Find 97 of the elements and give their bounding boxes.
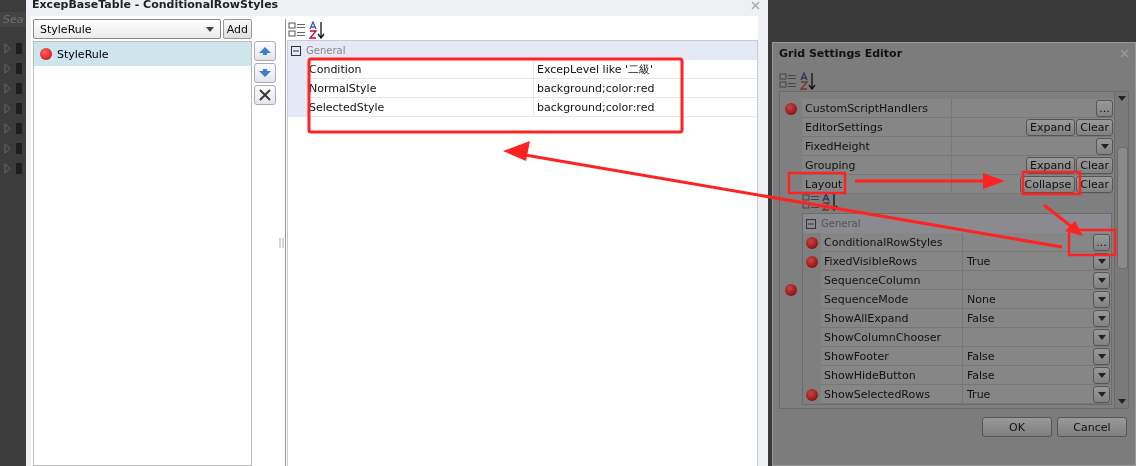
- dropdown-caret-icon: [1097, 353, 1106, 359]
- dropdown-caret-icon: [1100, 143, 1109, 149]
- clear-button[interactable]: Clear: [1076, 175, 1113, 193]
- ellipsis-button[interactable]: ...: [1093, 233, 1110, 251]
- highlight-frame: [1067, 228, 1117, 257]
- property-name: NormalStyle: [309, 81, 377, 95]
- property-value: False: [967, 349, 995, 363]
- splitter-grip-icon[interactable]: [278, 237, 284, 248]
- dropdown-button[interactable]: [1093, 328, 1110, 346]
- property-row[interactable]: EditorSettings Expand Clear: [802, 118, 1114, 137]
- property-row[interactable]: ShowHideButton False: [821, 366, 1111, 385]
- expand-arrow-icon[interactable]: [4, 143, 22, 154]
- cancel-button[interactable]: Cancel: [1057, 417, 1127, 437]
- categorized-view-icon[interactable]: [802, 193, 820, 211]
- property-value: True: [967, 387, 991, 401]
- expand-arrow-icon[interactable]: [4, 83, 22, 94]
- expand-button[interactable]: Expand: [1026, 118, 1076, 136]
- property-row[interactable]: ShowSelectedRows True: [821, 385, 1111, 404]
- property-row[interactable]: SequenceMode None: [821, 290, 1111, 309]
- property-name: ShowAllExpand: [824, 311, 909, 325]
- expand-arrow-icon[interactable]: [4, 163, 22, 174]
- property-value: background;color:red: [537, 81, 655, 95]
- rule-type-dropdown[interactable]: StyleRule: [33, 19, 221, 39]
- ellipsis-button[interactable]: ...: [1096, 99, 1113, 117]
- property-row[interactable]: ShowFooter False: [821, 347, 1111, 366]
- property-name: EditorSettings: [805, 120, 883, 134]
- property-name: ConditionalRowStyles: [824, 235, 943, 249]
- property-name: Condition: [309, 62, 362, 76]
- property-name: ShowSelectedRows: [824, 387, 930, 401]
- collapse-button[interactable]: Collapse: [1020, 175, 1076, 193]
- property-value: background;color:red: [537, 100, 655, 114]
- dropdown-caret-icon: [1117, 399, 1126, 404]
- property-name: CustomScriptHandlers: [805, 101, 929, 115]
- property-row[interactable]: Grouping Expand Clear: [802, 156, 1114, 175]
- dropdown-button[interactable]: [1093, 290, 1110, 308]
- dropdown-caret-icon: [1097, 391, 1106, 397]
- property-name: SequenceColumn: [824, 273, 921, 287]
- up-arrow-icon: [258, 47, 271, 55]
- delete-button[interactable]: [253, 85, 276, 105]
- property-name: FixedVisibleRows: [824, 254, 918, 268]
- add-button[interactable]: Add: [222, 19, 252, 39]
- property-row[interactable]: CustomScriptHandlers ...: [802, 99, 1114, 118]
- dropdown-caret-icon: [1097, 372, 1106, 378]
- dropdown-caret-icon: [1097, 296, 1106, 302]
- ok-button[interactable]: OK: [982, 417, 1052, 437]
- clear-button[interactable]: Clear: [1076, 156, 1113, 174]
- property-row[interactable]: FixedHeight: [802, 137, 1114, 156]
- property-name: SequenceMode: [824, 292, 909, 306]
- window-title: Grid Settings Editor: [779, 46, 903, 60]
- property-name: ShowHideButton: [824, 368, 916, 382]
- property-value: None: [967, 292, 996, 306]
- dropdown-button[interactable]: [1093, 347, 1110, 365]
- property-value: False: [967, 311, 995, 325]
- dropdown-caret-icon: [205, 26, 214, 32]
- property-row[interactable]: SequenceColumn: [821, 271, 1111, 290]
- expand-arrow-icon[interactable]: [4, 123, 22, 134]
- property-row[interactable]: ShowAllExpand False: [821, 309, 1111, 328]
- property-row[interactable]: FixedVisibleRows True: [821, 252, 1111, 271]
- dropdown-caret-icon: [1097, 258, 1106, 264]
- clear-button[interactable]: Clear: [1076, 118, 1113, 136]
- categorized-view-icon[interactable]: [779, 72, 797, 90]
- dropdown-caret-icon: [1097, 315, 1106, 321]
- dropdown-button[interactable]: [1093, 271, 1110, 289]
- property-name: ShowColumnChooser: [824, 330, 941, 344]
- rule-item[interactable]: StyleRule: [34, 42, 251, 66]
- dropdown-caret-icon: [1097, 334, 1106, 340]
- property-value: False: [967, 368, 995, 382]
- property-row[interactable]: ConditionalRowStyles ...: [821, 233, 1111, 252]
- dropdown-caret-icon: [1117, 96, 1126, 101]
- property-name: FixedHeight: [805, 139, 870, 153]
- category-header[interactable]: General: [288, 41, 757, 60]
- property-value: True: [967, 254, 991, 268]
- property-name: Layout: [805, 177, 843, 191]
- dropdown-caret-icon: [1097, 277, 1106, 283]
- sort-alphabetical-icon[interactable]: [308, 20, 326, 39]
- dropdown-button[interactable]: [1093, 309, 1110, 327]
- dropdown-button[interactable]: [1096, 137, 1113, 155]
- categorized-view-icon[interactable]: [288, 20, 306, 39]
- expand-arrow-icon[interactable]: [4, 63, 22, 74]
- dropdown-button[interactable]: [1093, 366, 1110, 384]
- window-title: ExcepBaseTable - ConditionalRowStyles: [32, 0, 279, 11]
- move-up-button[interactable]: [253, 41, 276, 61]
- down-arrow-icon: [258, 69, 271, 77]
- move-down-button[interactable]: [253, 63, 276, 83]
- expand-arrow-icon[interactable]: [4, 103, 22, 114]
- highlight-frame: [1021, 170, 1082, 196]
- property-row[interactable]: ShowColumnChooser: [821, 328, 1111, 347]
- close-icon: [258, 89, 271, 101]
- property-name: SelectedStyle: [309, 100, 385, 114]
- scrollbar[interactable]: [1114, 92, 1128, 408]
- expand-arrow-icon[interactable]: [4, 43, 22, 54]
- property-name: ShowFooter: [824, 349, 889, 363]
- dropdown-button[interactable]: [1093, 385, 1110, 403]
- collapse-icon[interactable]: [291, 45, 301, 56]
- property-name: Grouping: [805, 158, 856, 172]
- highlight-frame: [787, 171, 847, 195]
- property-value: ExcepLevel like '二級': [537, 61, 653, 77]
